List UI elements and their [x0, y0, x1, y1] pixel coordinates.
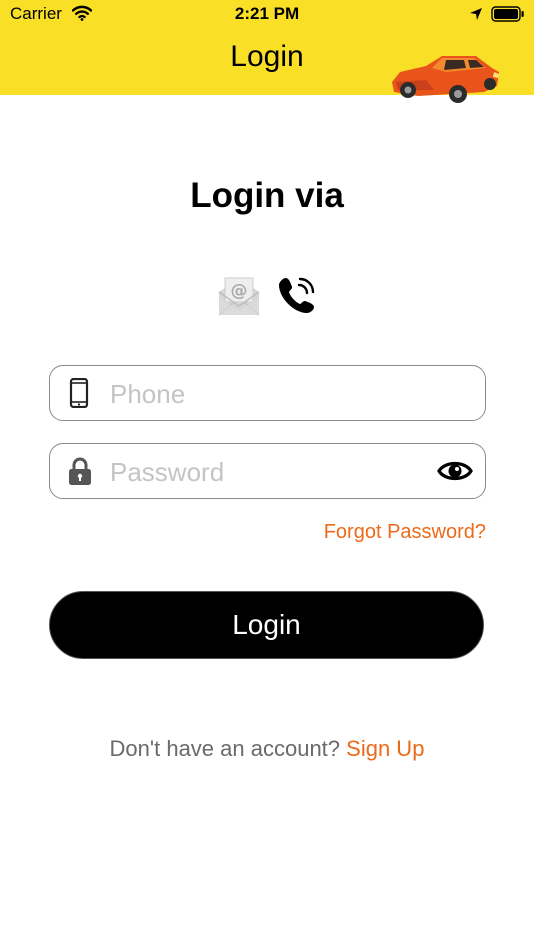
- forgot-password-link[interactable]: Forgot Password?: [324, 521, 486, 544]
- header-bar: Carrier 2:21 PM Login: [0, 0, 534, 103]
- login-button[interactable]: Login: [49, 591, 484, 659]
- location-arrow-icon: [469, 7, 483, 26]
- eye-icon[interactable]: [437, 458, 473, 489]
- lock-icon: [68, 456, 92, 491]
- password-input[interactable]: [108, 452, 412, 492]
- signup-prompt-text: Don't have an account?: [109, 736, 341, 761]
- battery-icon: [491, 6, 525, 27]
- status-time: 2:21 PM: [234, 4, 300, 23]
- page-heading: Login via: [190, 176, 344, 215]
- phone-call-icon[interactable]: [276, 274, 318, 321]
- signup-prompt-row: Don't have an account? Sign Up: [0, 736, 534, 762]
- signup-link[interactable]: Sign Up: [346, 736, 424, 761]
- email-icon[interactable]: @: [216, 272, 262, 323]
- phone-field[interactable]: [49, 365, 486, 421]
- password-field[interactable]: [49, 443, 486, 499]
- status-bar: Carrier 2:21 PM: [0, 0, 534, 30]
- orange-car-icon: [386, 50, 502, 111]
- phone-input[interactable]: [108, 374, 412, 414]
- svg-text:@: @: [231, 281, 248, 301]
- mobile-phone-icon: [68, 377, 90, 413]
